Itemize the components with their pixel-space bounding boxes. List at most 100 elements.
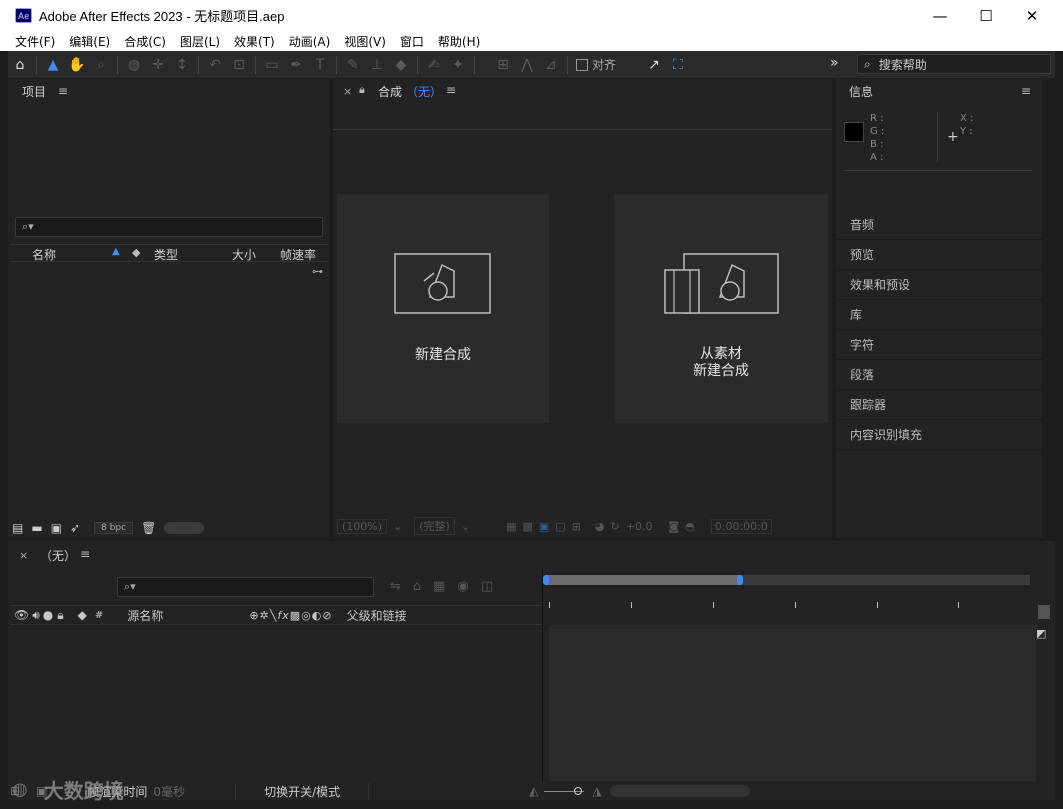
- maximize-button[interactable]: ☐: [963, 0, 1009, 31]
- solo-icon[interactable]: ●: [43, 608, 53, 622]
- world-axis-mode-icon[interactable]: ⋀: [515, 53, 539, 77]
- project-scrollbar[interactable]: [164, 522, 205, 534]
- zoom-out-icon[interactable]: ◭: [529, 784, 538, 798]
- project-search-input[interactable]: ⌕▾: [15, 217, 323, 237]
- new-composition-card[interactable]: 新建合成: [337, 194, 549, 423]
- lock-icon[interactable]: 🔒︎: [57, 608, 63, 623]
- panel-content-aware-fill[interactable]: 内容识别填充: [836, 420, 1042, 450]
- rotation-tool-icon[interactable]: ↶: [203, 53, 227, 77]
- menu-animation[interactable]: 动画(A): [289, 33, 331, 50]
- new-composition-icon[interactable]: ▣: [51, 521, 62, 535]
- menu-file[interactable]: 文件(F): [15, 33, 55, 50]
- grid-icon[interactable]: ▢: [555, 520, 565, 533]
- time-navigator[interactable]: [543, 575, 1030, 585]
- timeline-tab[interactable]: （无） ≡: [40, 547, 90, 564]
- current-time-display[interactable]: 0:00:00:0: [710, 518, 772, 534]
- eraser-tool-icon[interactable]: ◆: [389, 53, 413, 77]
- zoom-slider-thumb[interactable]: [574, 786, 583, 795]
- menu-effect[interactable]: 效果(T): [234, 33, 275, 50]
- menu-edit[interactable]: 编辑(E): [69, 33, 110, 50]
- toggle-switches-modes-button[interactable]: 切换开关/模式: [235, 782, 370, 800]
- zoom-slider[interactable]: [544, 786, 585, 795]
- local-axis-mode-icon[interactable]: ⊞: [491, 53, 515, 77]
- zoom-dropdown[interactable]: (100%): [337, 518, 388, 534]
- column-parent-link[interactable]: 父级和链接: [347, 607, 407, 624]
- search-help-field[interactable]: ⌕ 搜索帮助: [857, 54, 1051, 74]
- new-folder-icon[interactable]: ▬: [31, 521, 42, 535]
- work-area-bar[interactable]: [545, 575, 741, 585]
- panel-character[interactable]: 字符: [836, 330, 1042, 360]
- snap-edges-icon[interactable]: ↗: [642, 53, 666, 77]
- menu-view[interactable]: 视图(V): [344, 33, 386, 50]
- sort-ascending-icon[interactable]: ▲: [112, 246, 120, 257]
- timeline-tab-close-icon[interactable]: ×: [19, 549, 28, 562]
- exposure-reset-icon[interactable]: ↻: [611, 520, 620, 533]
- trash-icon[interactable]: 🗑: [141, 521, 156, 535]
- layer-switches-icons[interactable]: ⊕✲╲fx▩◎◐⊘: [249, 609, 332, 622]
- puppet-pin-tool-icon[interactable]: ✦: [446, 53, 470, 77]
- draft-3d-icon[interactable]: ⌂: [413, 579, 421, 594]
- info-panel-menu-icon[interactable]: ≡: [1021, 84, 1031, 98]
- column-source-name[interactable]: 源名称: [127, 607, 163, 624]
- panel-paragraph[interactable]: 段落: [836, 360, 1042, 390]
- rectangle-tool-icon[interactable]: ▭: [260, 53, 284, 77]
- frame-blending-icon[interactable]: ◉: [457, 579, 468, 594]
- bit-depth-button[interactable]: 8 bpc: [94, 522, 134, 534]
- menu-layer[interactable]: 图层(L): [180, 33, 220, 50]
- lock-icon[interactable]: 🔒︎: [359, 83, 365, 97]
- time-ruler[interactable]: [545, 598, 1035, 622]
- comp-marker-icon[interactable]: ◩: [1036, 627, 1046, 640]
- column-type[interactable]: 类型: [154, 246, 178, 263]
- mask-icon[interactable]: ▣: [539, 520, 549, 533]
- anchor-point-tool-icon[interactable]: ⊡: [227, 53, 251, 77]
- panel-tracker[interactable]: 跟踪器: [836, 390, 1042, 420]
- timeline-scrollbar[interactable]: [609, 785, 750, 797]
- column-framerate[interactable]: 帧速率: [280, 246, 316, 263]
- close-button[interactable]: ✕: [1009, 0, 1055, 31]
- exposure-value[interactable]: +0.0: [626, 520, 653, 533]
- audio-toggle-icon[interactable]: 🔊︎: [32, 608, 40, 623]
- column-name[interactable]: 名称: [32, 246, 56, 263]
- hand-tool-icon[interactable]: ✋: [65, 53, 89, 77]
- new-comp-from-footage-card[interactable]: 从素材 新建合成: [614, 194, 828, 423]
- snap-checkbox[interactable]: [576, 58, 588, 71]
- panel-audio[interactable]: 音频: [836, 210, 1042, 240]
- clone-stamp-tool-icon[interactable]: ⊥: [365, 53, 389, 77]
- region-icon[interactable]: ▦: [506, 520, 516, 533]
- interpret-footage-icon[interactable]: ▤: [12, 521, 23, 535]
- workspace-expand-icon[interactable]: »: [830, 55, 839, 71]
- video-toggle-icon[interactable]: 👁︎: [14, 608, 29, 622]
- hide-shy-layers-icon[interactable]: ▦: [433, 579, 445, 594]
- navigator-end-handle[interactable]: [737, 575, 743, 585]
- comp-mini-flowchart-icon[interactable]: ⇋: [390, 579, 401, 594]
- info-panel-title[interactable]: 信息: [849, 83, 873, 100]
- timeline-track-area[interactable]: [549, 625, 1036, 781]
- zoom-tool-icon[interactable]: ⌕: [89, 53, 113, 77]
- dolly-camera-icon[interactable]: ↕: [170, 53, 194, 77]
- menu-help[interactable]: 帮助(H): [438, 33, 480, 50]
- brush-tool-icon[interactable]: ✎: [341, 53, 365, 77]
- project-panel-menu-icon[interactable]: ≡: [58, 84, 68, 98]
- snap-toggle[interactable]: 对齐: [576, 56, 616, 73]
- label-tag-icon[interactable]: ◆: [132, 246, 140, 259]
- show-snapshot-icon[interactable]: ◓: [685, 520, 695, 533]
- column-size[interactable]: 大小: [232, 246, 256, 263]
- comp-tab-menu-icon[interactable]: ≡: [446, 83, 456, 100]
- panel-libraries[interactable]: 库: [836, 300, 1042, 330]
- project-panel-title[interactable]: 项目: [22, 83, 46, 100]
- navigator-start-handle[interactable]: [543, 575, 549, 585]
- guides-icon[interactable]: ⊞: [572, 520, 581, 533]
- flowchart-icon[interactable]: ⊶: [312, 265, 323, 278]
- type-tool-icon[interactable]: T: [308, 53, 332, 77]
- label-tag-icon[interactable]: ◆: [78, 608, 87, 622]
- snap-features-icon[interactable]: ⛶: [666, 53, 690, 77]
- comp-button-icon[interactable]: [1038, 605, 1050, 619]
- minimize-button[interactable]: —: [917, 0, 963, 31]
- adjust-settings-icon[interactable]: ➶: [70, 521, 80, 535]
- panel-effects-presets[interactable]: 效果和预设: [836, 270, 1042, 300]
- menu-composition[interactable]: 合成(C): [124, 33, 166, 50]
- resolution-dropdown[interactable]: (完整): [414, 517, 455, 535]
- comp-tab-close-icon[interactable]: ×: [343, 85, 352, 98]
- motion-blur-icon[interactable]: ◫: [481, 579, 493, 594]
- home-icon[interactable]: ⌂: [8, 53, 32, 77]
